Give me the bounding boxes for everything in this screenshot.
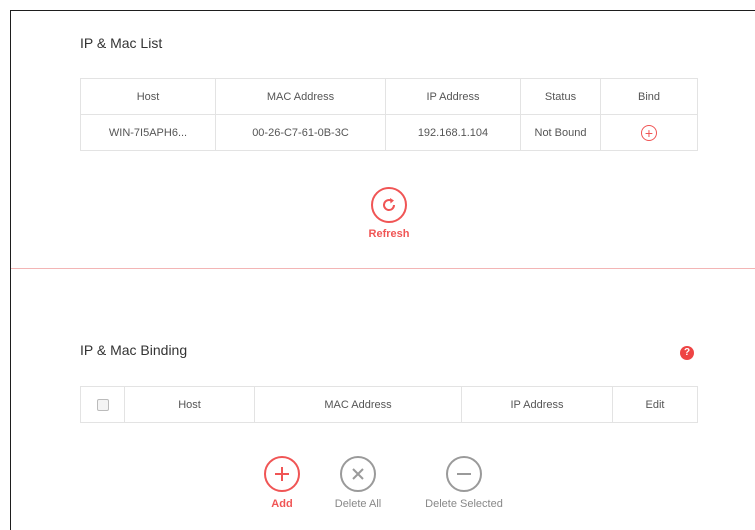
refresh-label[interactable]: Refresh xyxy=(350,228,428,240)
column-header-host: Host xyxy=(124,386,255,423)
column-header-mac: MAC Address xyxy=(254,386,462,423)
table-header-row: Host MAC Address IP Address Status Bind xyxy=(80,78,698,115)
table-row: WIN-7I5APH6... 00-26-C7-61-0B-3C 192.168… xyxy=(80,114,698,151)
delete-selected-label[interactable]: Delete Selected xyxy=(404,498,524,510)
column-header-mac: MAC Address xyxy=(215,78,386,115)
cell-mac: 00-26-C7-61-0B-3C xyxy=(215,114,386,151)
ip-mac-list-title: IP & Mac List xyxy=(80,35,163,51)
cell-bind: + xyxy=(600,114,698,151)
column-header-bind: Bind xyxy=(600,78,698,115)
add-button[interactable] xyxy=(264,456,300,492)
column-header-ip: IP Address xyxy=(385,78,521,115)
ip-mac-binding-title: IP & Mac Binding xyxy=(80,342,188,358)
help-icon[interactable]: ? xyxy=(680,346,694,360)
select-all-cell xyxy=(80,386,125,423)
ip-mac-list-table: Host MAC Address IP Address Status Bind … xyxy=(80,78,698,151)
column-header-edit: Edit xyxy=(612,386,698,423)
delete-all-label[interactable]: Delete All xyxy=(318,498,398,510)
x-icon xyxy=(352,468,364,480)
refresh-icon xyxy=(383,198,396,211)
table-header-row: Host MAC Address IP Address Edit xyxy=(80,386,698,423)
column-header-status: Status xyxy=(520,78,601,115)
cell-ip: 192.168.1.104 xyxy=(385,114,521,151)
plus-icon xyxy=(275,467,289,481)
plus-circle-icon[interactable]: + xyxy=(641,124,657,141)
minus-icon xyxy=(457,473,471,475)
delete-selected-button[interactable] xyxy=(446,456,482,492)
add-label[interactable]: Add xyxy=(252,498,312,510)
ip-mac-binding-table: Host MAC Address IP Address Edit xyxy=(80,386,698,423)
select-all-checkbox[interactable] xyxy=(96,398,109,411)
column-header-ip: IP Address xyxy=(461,386,613,423)
section-divider xyxy=(11,268,755,269)
refresh-button[interactable] xyxy=(371,187,407,223)
column-header-host: Host xyxy=(80,78,216,115)
cell-status: Not Bound xyxy=(520,114,601,151)
delete-all-button[interactable] xyxy=(340,456,376,492)
cell-host: WIN-7I5APH6... xyxy=(80,114,216,151)
